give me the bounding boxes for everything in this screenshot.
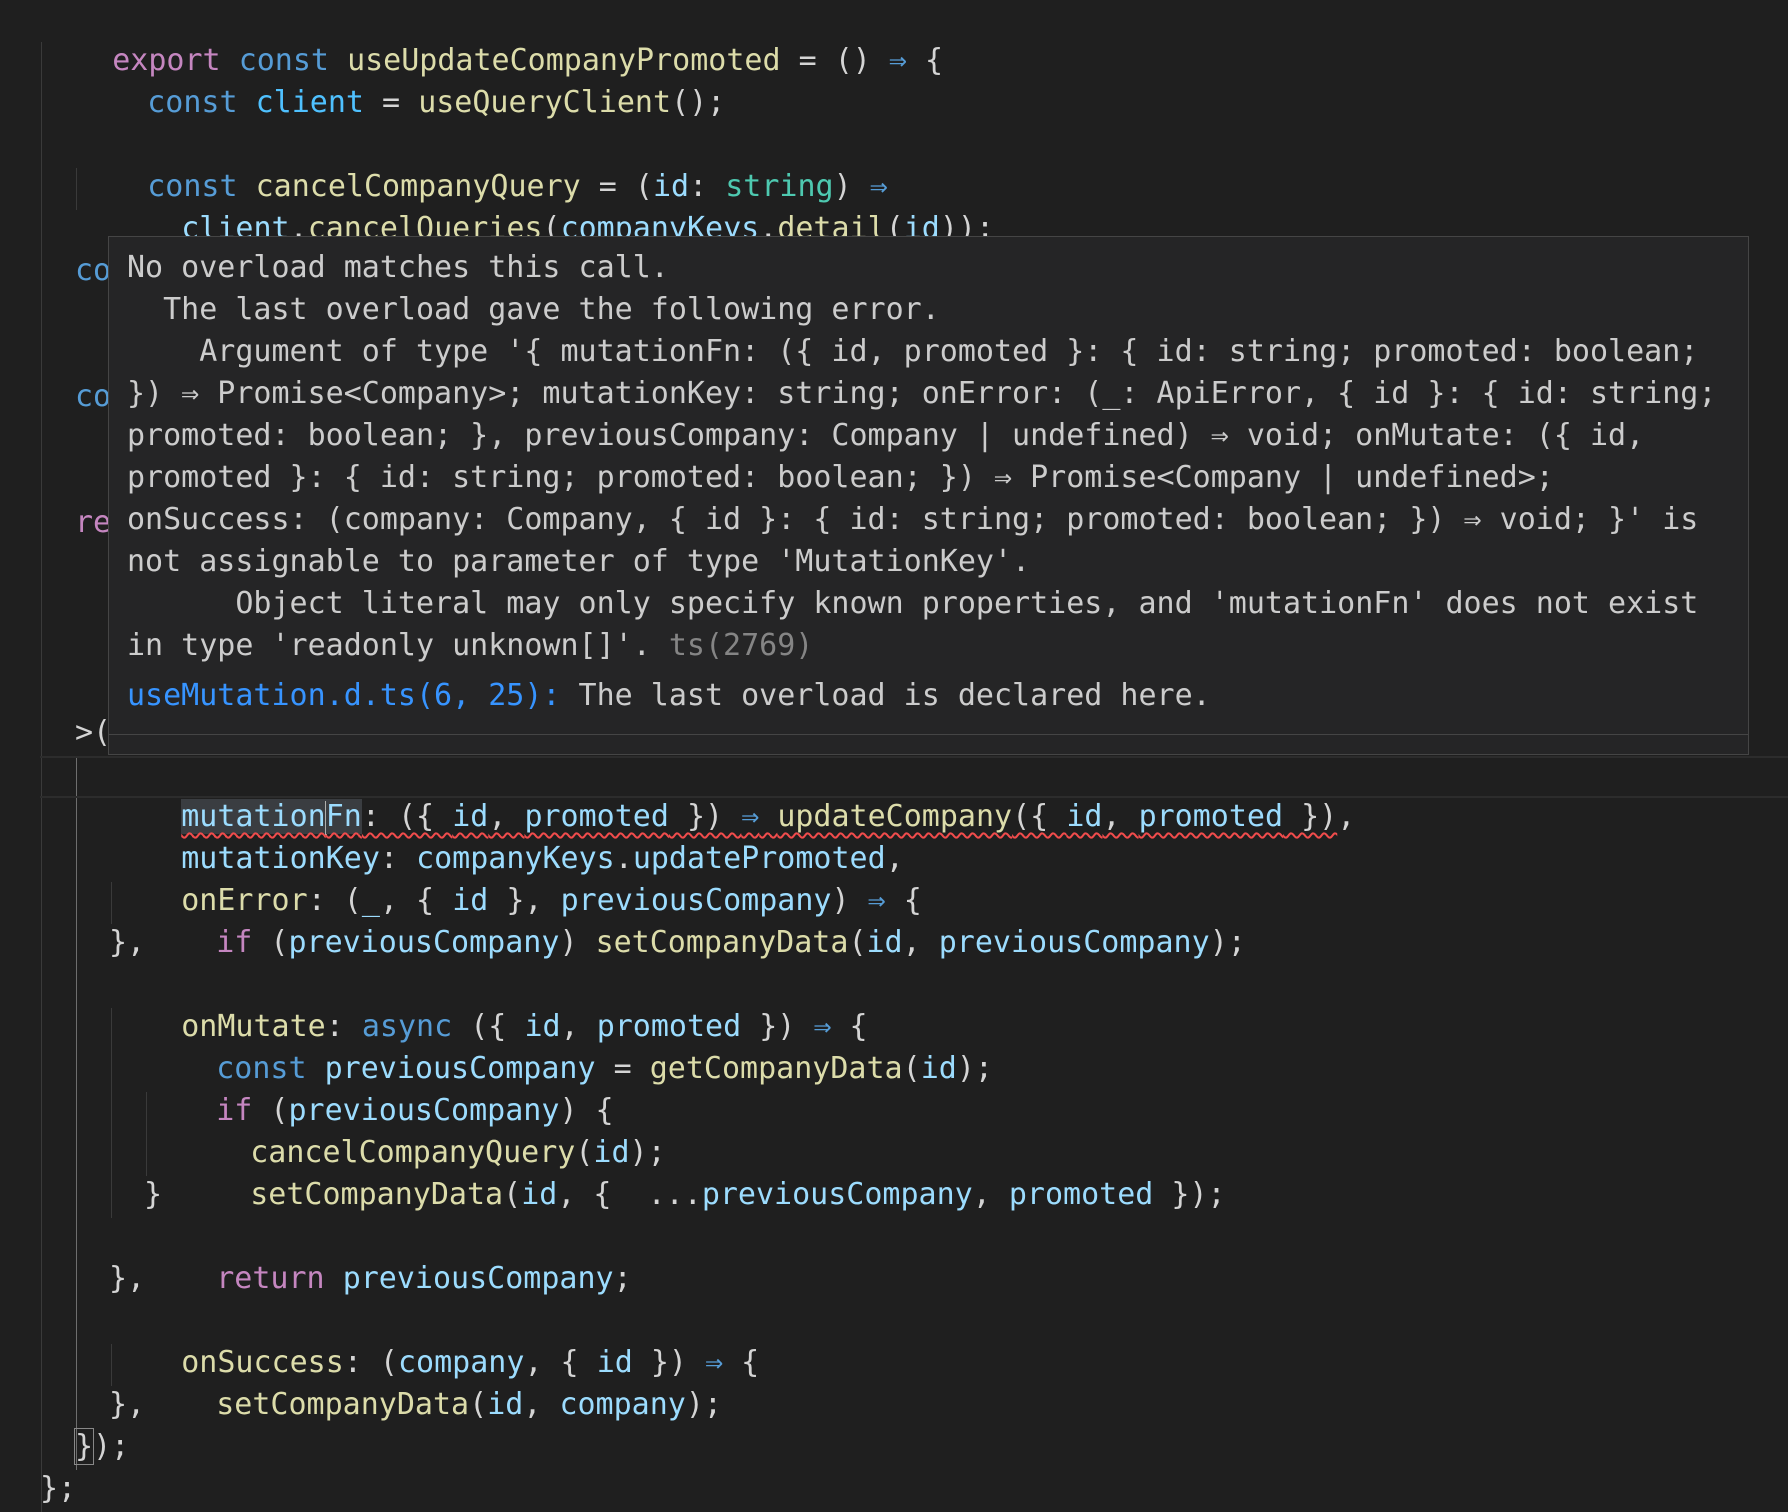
- code-line[interactable]: cancelCompanyQuery(id);: [178, 1090, 665, 1170]
- code-line[interactable]: export const useUpdateCompanyPromoted = …: [40, 0, 943, 78]
- code-line[interactable]: },: [109, 922, 145, 964]
- indent-guide: [76, 756, 77, 1470]
- code-line[interactable]: const client = useQueryClient();: [75, 40, 725, 120]
- error-message: No overload matches this call. The last …: [127, 250, 1717, 663]
- code-line[interactable]: onSuccess: (company, { id }) ⇒ {: [109, 1300, 759, 1380]
- code-line[interactable]: return previousCompany;: [144, 1216, 631, 1296]
- hover-divider: [109, 734, 1748, 735]
- code-line[interactable]: if (previousCompany) setCompanyData(id, …: [144, 880, 1246, 960]
- code-line[interactable]: setCompanyData(id, { ...previousCompany,…: [178, 1132, 1225, 1212]
- related-text: The last overload is declared here.: [560, 678, 1211, 713]
- code-line[interactable]: },: [109, 1258, 145, 1300]
- code-fragment: >(: [75, 715, 112, 750]
- code-line-error[interactable]: mutationFn: ({ id, promoted }) ⇒ updateC…: [109, 754, 1355, 835]
- code-line[interactable]: setCompanyData(id, company);: [144, 1342, 722, 1422]
- code-line[interactable]: }: [144, 1174, 162, 1216]
- code-line[interactable]: });: [73, 1426, 129, 1468]
- code-fragment: re: [75, 505, 112, 540]
- code-fragment: co: [75, 379, 112, 414]
- code-line[interactable]: const previousCompany = getCompanyData(i…: [144, 1006, 993, 1086]
- code-line[interactable]: const cancelCompanyQuery = (id: string) …: [75, 124, 888, 204]
- code-line[interactable]: if (previousCompany) {: [144, 1048, 613, 1128]
- code-line[interactable]: };: [40, 1468, 76, 1510]
- code-line[interactable]: onError: (_, { id }, previousCompany) ⇒ …: [109, 838, 922, 918]
- code-fragment: co: [75, 253, 112, 288]
- related-file-link[interactable]: useMutation.d.ts(6, 25):: [127, 678, 560, 713]
- error-hover-tooltip[interactable]: No overload matches this call. The last …: [108, 236, 1749, 755]
- code-line[interactable]: mutationKey: companyKeys.updatePromoted,: [109, 796, 904, 876]
- code-line[interactable]: client.cancelQueries(companyKeys.detail(…: [109, 166, 994, 246]
- code-editor[interactable]: export const useUpdateCompanyPromoted = …: [0, 0, 1788, 1512]
- code-line[interactable]: onMutate: async ({ id, promoted }) ⇒ {: [109, 964, 867, 1044]
- related-information: useMutation.d.ts(6, 25): The last overlo…: [127, 675, 1211, 717]
- code-line[interactable]: },: [109, 1384, 145, 1426]
- error-code: ts(2769): [668, 628, 814, 663]
